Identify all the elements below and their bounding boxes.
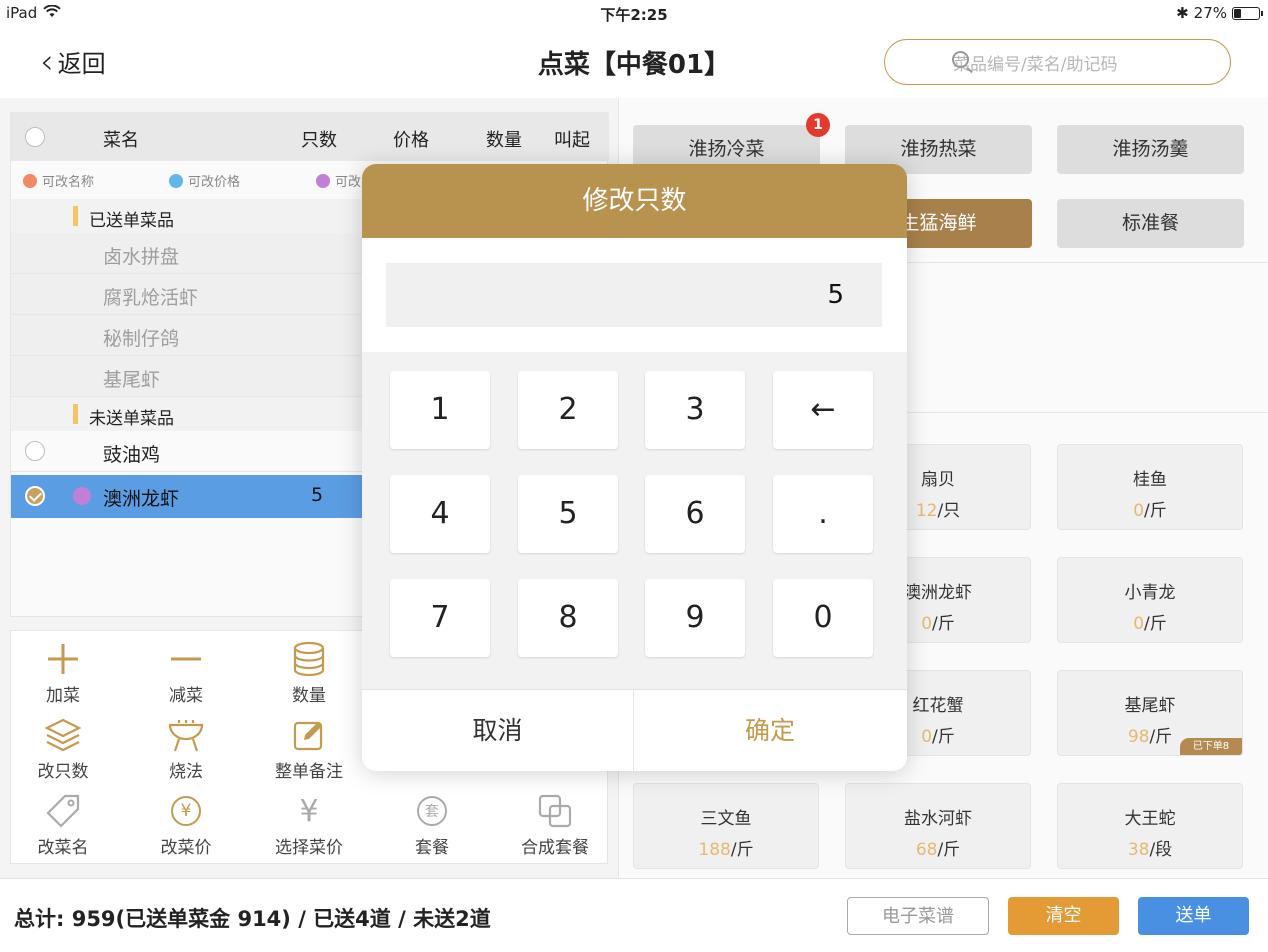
battery-percent: 27% [1193, 4, 1227, 22]
merge-set-button[interactable]: 合成套餐 [500, 791, 610, 858]
cooking-method-button[interactable]: 烧法 [131, 715, 241, 782]
e-menu-button[interactable]: 电子菜谱 [847, 897, 989, 935]
back-button[interactable]: ‹ 返回 [40, 44, 106, 79]
search-input[interactable]: 菜品编号/菜名/助记码 [884, 39, 1231, 85]
minus-icon [131, 639, 241, 679]
bluetooth-icon: ✱ [1176, 4, 1189, 22]
category-tab[interactable]: 标准餐 [1057, 199, 1244, 248]
nav-bar: ‹ 返回 点菜【中餐01】 菜品编号/菜名/助记码 [0, 26, 1268, 98]
quantity-button[interactable]: 数量 [254, 639, 364, 706]
cancel-button[interactable]: 取消 [362, 690, 634, 771]
set-meal-button[interactable]: 套 套餐 [377, 791, 487, 858]
header-name: 菜名 [103, 130, 139, 151]
confirm-button[interactable]: 确定 [634, 690, 906, 771]
group-sent-label: 已送单菜品 [89, 211, 174, 231]
search-icon [952, 51, 969, 68]
row-count: 5 [311, 484, 324, 506]
remove-dish-button[interactable]: 减菜 [131, 639, 241, 706]
dish-card[interactable]: 三文鱼 188/斤 [633, 783, 819, 869]
header-price: 价格 [393, 130, 429, 151]
status-right: ✱ 27% [1176, 4, 1263, 22]
dish-card[interactable]: 大王蛇 38/段 [1057, 783, 1243, 869]
key-2[interactable]: 2 [518, 371, 618, 449]
rename-dish-button[interactable]: 改菜名 [8, 791, 118, 858]
layers-icon [316, 173, 330, 188]
edit-count-button[interactable]: 改只数 [8, 715, 118, 782]
row-radio[interactable] [25, 441, 45, 461]
backspace-key[interactable]: ← [773, 371, 873, 449]
key-3[interactable]: 3 [645, 371, 745, 449]
layers-icon [8, 715, 118, 755]
tag-icon [8, 791, 118, 831]
yuan-icon [169, 173, 183, 188]
category-tab[interactable]: 淮扬汤羹 [1057, 125, 1244, 174]
legend-edit-price: 可改价格 [169, 171, 240, 190]
add-dish-button[interactable]: 加菜 [8, 639, 118, 706]
ordered-tag: 已下单8 [1180, 738, 1242, 755]
header-qty: 数量 [486, 130, 522, 151]
order-total: 总计: 959(已送单菜金 914) / 已送4道 / 未送2道 [14, 907, 491, 931]
group-unsent-label: 未送单菜品 [89, 409, 174, 429]
key-8[interactable]: 8 [518, 579, 618, 657]
numeric-keypad: 1 2 3 ← 4 5 6 . 7 8 9 0 [362, 352, 907, 689]
yuan-icon: ¥ [131, 791, 241, 831]
key-6[interactable]: 6 [645, 475, 745, 553]
chevron-left-icon: ‹ [40, 41, 54, 82]
merge-icon [500, 791, 610, 831]
back-label: 返回 [57, 50, 106, 78]
status-time: 下午2:25 [600, 6, 668, 24]
key-0[interactable]: 0 [773, 579, 873, 657]
choose-price-button[interactable]: ¥ 选择菜价 [254, 791, 364, 859]
count-input[interactable]: 5 [386, 263, 882, 327]
status-bar: iPad 下午2:25 ✱ 27% [0, 0, 1268, 26]
tag-icon [23, 173, 37, 188]
header-call: 叫起 [554, 130, 590, 151]
header-count: 只数 [301, 130, 337, 151]
set-icon: 套 [377, 791, 487, 831]
page-title: 点菜【中餐01】 [537, 50, 731, 80]
send-order-button[interactable]: 送单 [1138, 897, 1249, 935]
yuan-slash-icon: ¥ [299, 793, 319, 829]
dialog-actions: 取消 确定 [362, 689, 907, 771]
order-note-button[interactable]: 整单备注 [254, 715, 364, 782]
edit-count-dialog: 修改只数 5 1 2 3 ← 4 5 6 . 7 8 9 0 取消 确定 [362, 164, 907, 771]
key-4[interactable]: 4 [390, 475, 490, 553]
legend-edit-name: 可改名称 [23, 171, 94, 190]
key-5[interactable]: 5 [518, 475, 618, 553]
checked-icon[interactable] [25, 486, 45, 506]
legend-edit-other: 可改 [316, 171, 361, 190]
dish-card[interactable]: 盐水河虾 68/斤 [845, 783, 1031, 869]
dish-card[interactable]: 桂鱼 0/斤 [1057, 444, 1243, 530]
key-dot[interactable]: . [773, 475, 873, 553]
category-badge: 1 [806, 113, 830, 137]
layers-icon [73, 487, 91, 505]
dialog-title: 修改只数 [362, 164, 907, 238]
edit-price-button[interactable]: ¥ 改菜价 [131, 791, 241, 858]
edit-icon [254, 715, 364, 755]
select-all-radio[interactable] [25, 127, 45, 147]
dish-card[interactable]: 基尾虾 98/斤 已下单8 [1057, 670, 1243, 756]
stack-icon [254, 639, 364, 679]
footer-bar: 总计: 959(已送单菜金 914) / 已送4道 / 未送2道 电子菜谱 清空… [0, 878, 1268, 952]
key-1[interactable]: 1 [390, 371, 490, 449]
table-header: 菜名 只数 价格 数量 叫起 [11, 113, 609, 161]
clear-button[interactable]: 清空 [1008, 897, 1119, 935]
key-7[interactable]: 7 [390, 579, 490, 657]
dish-card[interactable]: 小青龙 0/斤 [1057, 557, 1243, 643]
plus-icon [8, 639, 118, 679]
search-placeholder: 菜品编号/菜名/助记码 [953, 54, 1118, 75]
grill-icon [131, 715, 241, 755]
battery-icon [1232, 6, 1263, 20]
key-9[interactable]: 9 [645, 579, 745, 657]
